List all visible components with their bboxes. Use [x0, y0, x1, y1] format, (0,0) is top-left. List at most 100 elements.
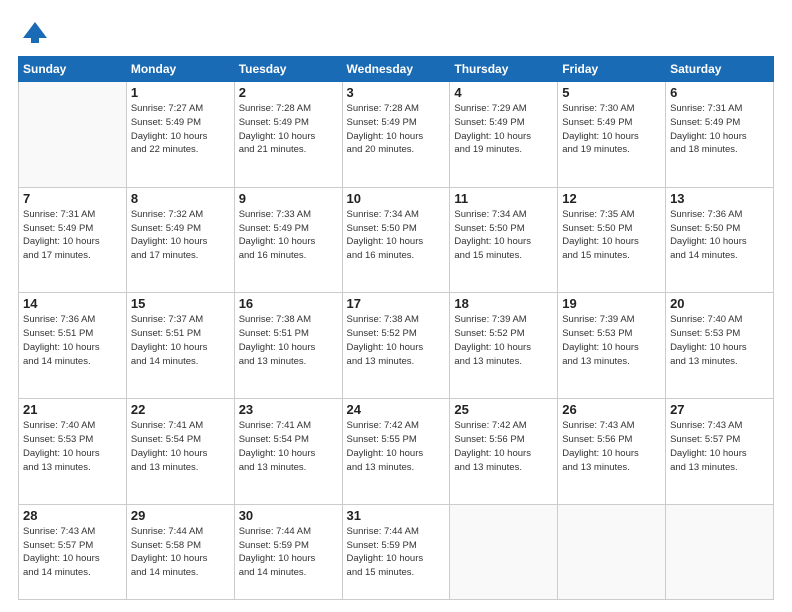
calendar-cell: 25 Sunrise: 7:42 AM Sunset: 5:56 PM Dayli… — [450, 399, 558, 505]
day-number: 31 — [347, 508, 446, 523]
day-info: Sunrise: 7:32 AM Sunset: 5:49 PM Dayligh… — [131, 208, 230, 263]
calendar-cell — [558, 504, 666, 599]
day-info: Sunrise: 7:39 AM Sunset: 5:53 PM Dayligh… — [562, 313, 661, 368]
day-number: 19 — [562, 296, 661, 311]
day-info: Sunrise: 7:34 AM Sunset: 5:50 PM Dayligh… — [347, 208, 446, 263]
calendar-cell: 16 Sunrise: 7:38 AM Sunset: 5:51 PM Dayli… — [234, 293, 342, 399]
calendar-header-row: SundayMondayTuesdayWednesdayThursdayFrid… — [19, 57, 774, 82]
day-info: Sunrise: 7:40 AM Sunset: 5:53 PM Dayligh… — [670, 313, 769, 368]
day-number: 17 — [347, 296, 446, 311]
day-number: 1 — [131, 85, 230, 100]
day-info: Sunrise: 7:43 AM Sunset: 5:57 PM Dayligh… — [670, 419, 769, 474]
day-info: Sunrise: 7:34 AM Sunset: 5:50 PM Dayligh… — [454, 208, 553, 263]
day-info: Sunrise: 7:44 AM Sunset: 5:58 PM Dayligh… — [131, 525, 230, 580]
calendar-cell: 29 Sunrise: 7:44 AM Sunset: 5:58 PM Dayli… — [126, 504, 234, 599]
day-number: 20 — [670, 296, 769, 311]
day-number: 23 — [239, 402, 338, 417]
day-number: 9 — [239, 191, 338, 206]
day-info: Sunrise: 7:42 AM Sunset: 5:56 PM Dayligh… — [454, 419, 553, 474]
logo — [18, 18, 49, 46]
calendar-cell: 15Sunrise: 7:37 AM Sunset: 5:51 PM Dayli… — [126, 293, 234, 399]
day-info: Sunrise: 7:28 AM Sunset: 5:49 PM Dayligh… — [239, 102, 338, 157]
calendar-week-2: 7 Sunrise: 7:31 AM Sunset: 5:49 PM Daylig… — [19, 187, 774, 293]
calendar-cell — [450, 504, 558, 599]
calendar-week-3: 14 Sunrise: 7:36 AM Sunset: 5:51 PM Dayli… — [19, 293, 774, 399]
calendar-week-5: 28 Sunrise: 7:43 AM Sunset: 5:57 PM Dayli… — [19, 504, 774, 599]
calendar-cell: 18 Sunrise: 7:39 AM Sunset: 5:52 PM Dayli… — [450, 293, 558, 399]
day-number: 15 — [131, 296, 230, 311]
calendar-table: SundayMondayTuesdayWednesdayThursdayFrid… — [18, 56, 774, 600]
calendar-cell: 21 Sunrise: 7:40 AM Sunset: 5:53 PM Dayli… — [19, 399, 127, 505]
day-info: Sunrise: 7:41 AM Sunset: 5:54 PM Dayligh… — [131, 419, 230, 474]
calendar-cell: 31Sunrise: 7:44 AM Sunset: 5:59 PM Dayli… — [342, 504, 450, 599]
calendar-cell: 12Sunrise: 7:35 AM Sunset: 5:50 PM Dayli… — [558, 187, 666, 293]
day-info: Sunrise: 7:44 AM Sunset: 5:59 PM Dayligh… — [239, 525, 338, 580]
day-number: 29 — [131, 508, 230, 523]
page: SundayMondayTuesdayWednesdayThursdayFrid… — [0, 0, 792, 612]
calendar-cell: 3Sunrise: 7:28 AM Sunset: 5:49 PM Daylig… — [342, 82, 450, 188]
calendar-header-monday: Monday — [126, 57, 234, 82]
calendar-cell: 13 Sunrise: 7:36 AM Sunset: 5:50 PM Dayli… — [666, 187, 774, 293]
calendar-header-thursday: Thursday — [450, 57, 558, 82]
day-info: Sunrise: 7:31 AM Sunset: 5:49 PM Dayligh… — [23, 208, 122, 263]
day-info: Sunrise: 7:40 AM Sunset: 5:53 PM Dayligh… — [23, 419, 122, 474]
day-number: 13 — [670, 191, 769, 206]
day-info: Sunrise: 7:39 AM Sunset: 5:52 PM Dayligh… — [454, 313, 553, 368]
day-number: 21 — [23, 402, 122, 417]
day-info: Sunrise: 7:42 AM Sunset: 5:55 PM Dayligh… — [347, 419, 446, 474]
calendar-header-friday: Friday — [558, 57, 666, 82]
calendar-cell: 24 Sunrise: 7:42 AM Sunset: 5:55 PM Dayli… — [342, 399, 450, 505]
day-info: Sunrise: 7:43 AM Sunset: 5:56 PM Dayligh… — [562, 419, 661, 474]
day-number: 28 — [23, 508, 122, 523]
day-number: 30 — [239, 508, 338, 523]
day-number: 18 — [454, 296, 553, 311]
calendar-cell — [19, 82, 127, 188]
calendar-cell: 7 Sunrise: 7:31 AM Sunset: 5:49 PM Daylig… — [19, 187, 127, 293]
calendar-week-1: 1 Sunrise: 7:27 AM Sunset: 5:49 PM Daylig… — [19, 82, 774, 188]
calendar-cell: 14 Sunrise: 7:36 AM Sunset: 5:51 PM Dayli… — [19, 293, 127, 399]
day-info: Sunrise: 7:43 AM Sunset: 5:57 PM Dayligh… — [23, 525, 122, 580]
day-number: 22 — [131, 402, 230, 417]
day-number: 11 — [454, 191, 553, 206]
calendar-header-wednesday: Wednesday — [342, 57, 450, 82]
day-number: 10 — [347, 191, 446, 206]
calendar-cell: 19 Sunrise: 7:39 AM Sunset: 5:53 PM Dayli… — [558, 293, 666, 399]
day-number: 5 — [562, 85, 661, 100]
header — [18, 18, 774, 46]
calendar-cell: 10 Sunrise: 7:34 AM Sunset: 5:50 PM Dayli… — [342, 187, 450, 293]
day-info: Sunrise: 7:38 AM Sunset: 5:51 PM Dayligh… — [239, 313, 338, 368]
day-number: 24 — [347, 402, 446, 417]
calendar-cell: 6Sunrise: 7:31 AM Sunset: 5:49 PM Daylig… — [666, 82, 774, 188]
day-info: Sunrise: 7:27 AM Sunset: 5:49 PM Dayligh… — [131, 102, 230, 157]
calendar-cell: 4Sunrise: 7:29 AM Sunset: 5:49 PM Daylig… — [450, 82, 558, 188]
calendar-cell: 5 Sunrise: 7:30 AM Sunset: 5:49 PM Daylig… — [558, 82, 666, 188]
day-info: Sunrise: 7:35 AM Sunset: 5:50 PM Dayligh… — [562, 208, 661, 263]
calendar-cell: 11 Sunrise: 7:34 AM Sunset: 5:50 PM Dayli… — [450, 187, 558, 293]
day-number: 16 — [239, 296, 338, 311]
calendar-cell: 27Sunrise: 7:43 AM Sunset: 5:57 PM Dayli… — [666, 399, 774, 505]
day-number: 7 — [23, 191, 122, 206]
day-info: Sunrise: 7:30 AM Sunset: 5:49 PM Dayligh… — [562, 102, 661, 157]
calendar-cell: 30 Sunrise: 7:44 AM Sunset: 5:59 PM Dayli… — [234, 504, 342, 599]
day-info: Sunrise: 7:36 AM Sunset: 5:51 PM Dayligh… — [23, 313, 122, 368]
day-info: Sunrise: 7:41 AM Sunset: 5:54 PM Dayligh… — [239, 419, 338, 474]
calendar-cell: 8Sunrise: 7:32 AM Sunset: 5:49 PM Daylig… — [126, 187, 234, 293]
day-number: 26 — [562, 402, 661, 417]
day-info: Sunrise: 7:33 AM Sunset: 5:49 PM Dayligh… — [239, 208, 338, 263]
day-info: Sunrise: 7:38 AM Sunset: 5:52 PM Dayligh… — [347, 313, 446, 368]
day-info: Sunrise: 7:28 AM Sunset: 5:49 PM Dayligh… — [347, 102, 446, 157]
day-number: 14 — [23, 296, 122, 311]
calendar-cell: 23 Sunrise: 7:41 AM Sunset: 5:54 PM Dayli… — [234, 399, 342, 505]
day-number: 4 — [454, 85, 553, 100]
calendar-cell: 2Sunrise: 7:28 AM Sunset: 5:49 PM Daylig… — [234, 82, 342, 188]
calendar-cell: 28 Sunrise: 7:43 AM Sunset: 5:57 PM Dayli… — [19, 504, 127, 599]
day-info: Sunrise: 7:31 AM Sunset: 5:49 PM Dayligh… — [670, 102, 769, 157]
day-number: 25 — [454, 402, 553, 417]
calendar-cell: 9 Sunrise: 7:33 AM Sunset: 5:49 PM Daylig… — [234, 187, 342, 293]
calendar-cell — [666, 504, 774, 599]
calendar-header-saturday: Saturday — [666, 57, 774, 82]
calendar-cell: 20 Sunrise: 7:40 AM Sunset: 5:53 PM Dayli… — [666, 293, 774, 399]
calendar-week-4: 21 Sunrise: 7:40 AM Sunset: 5:53 PM Dayli… — [19, 399, 774, 505]
calendar-cell: 17 Sunrise: 7:38 AM Sunset: 5:52 PM Dayli… — [342, 293, 450, 399]
day-info: Sunrise: 7:36 AM Sunset: 5:50 PM Dayligh… — [670, 208, 769, 263]
